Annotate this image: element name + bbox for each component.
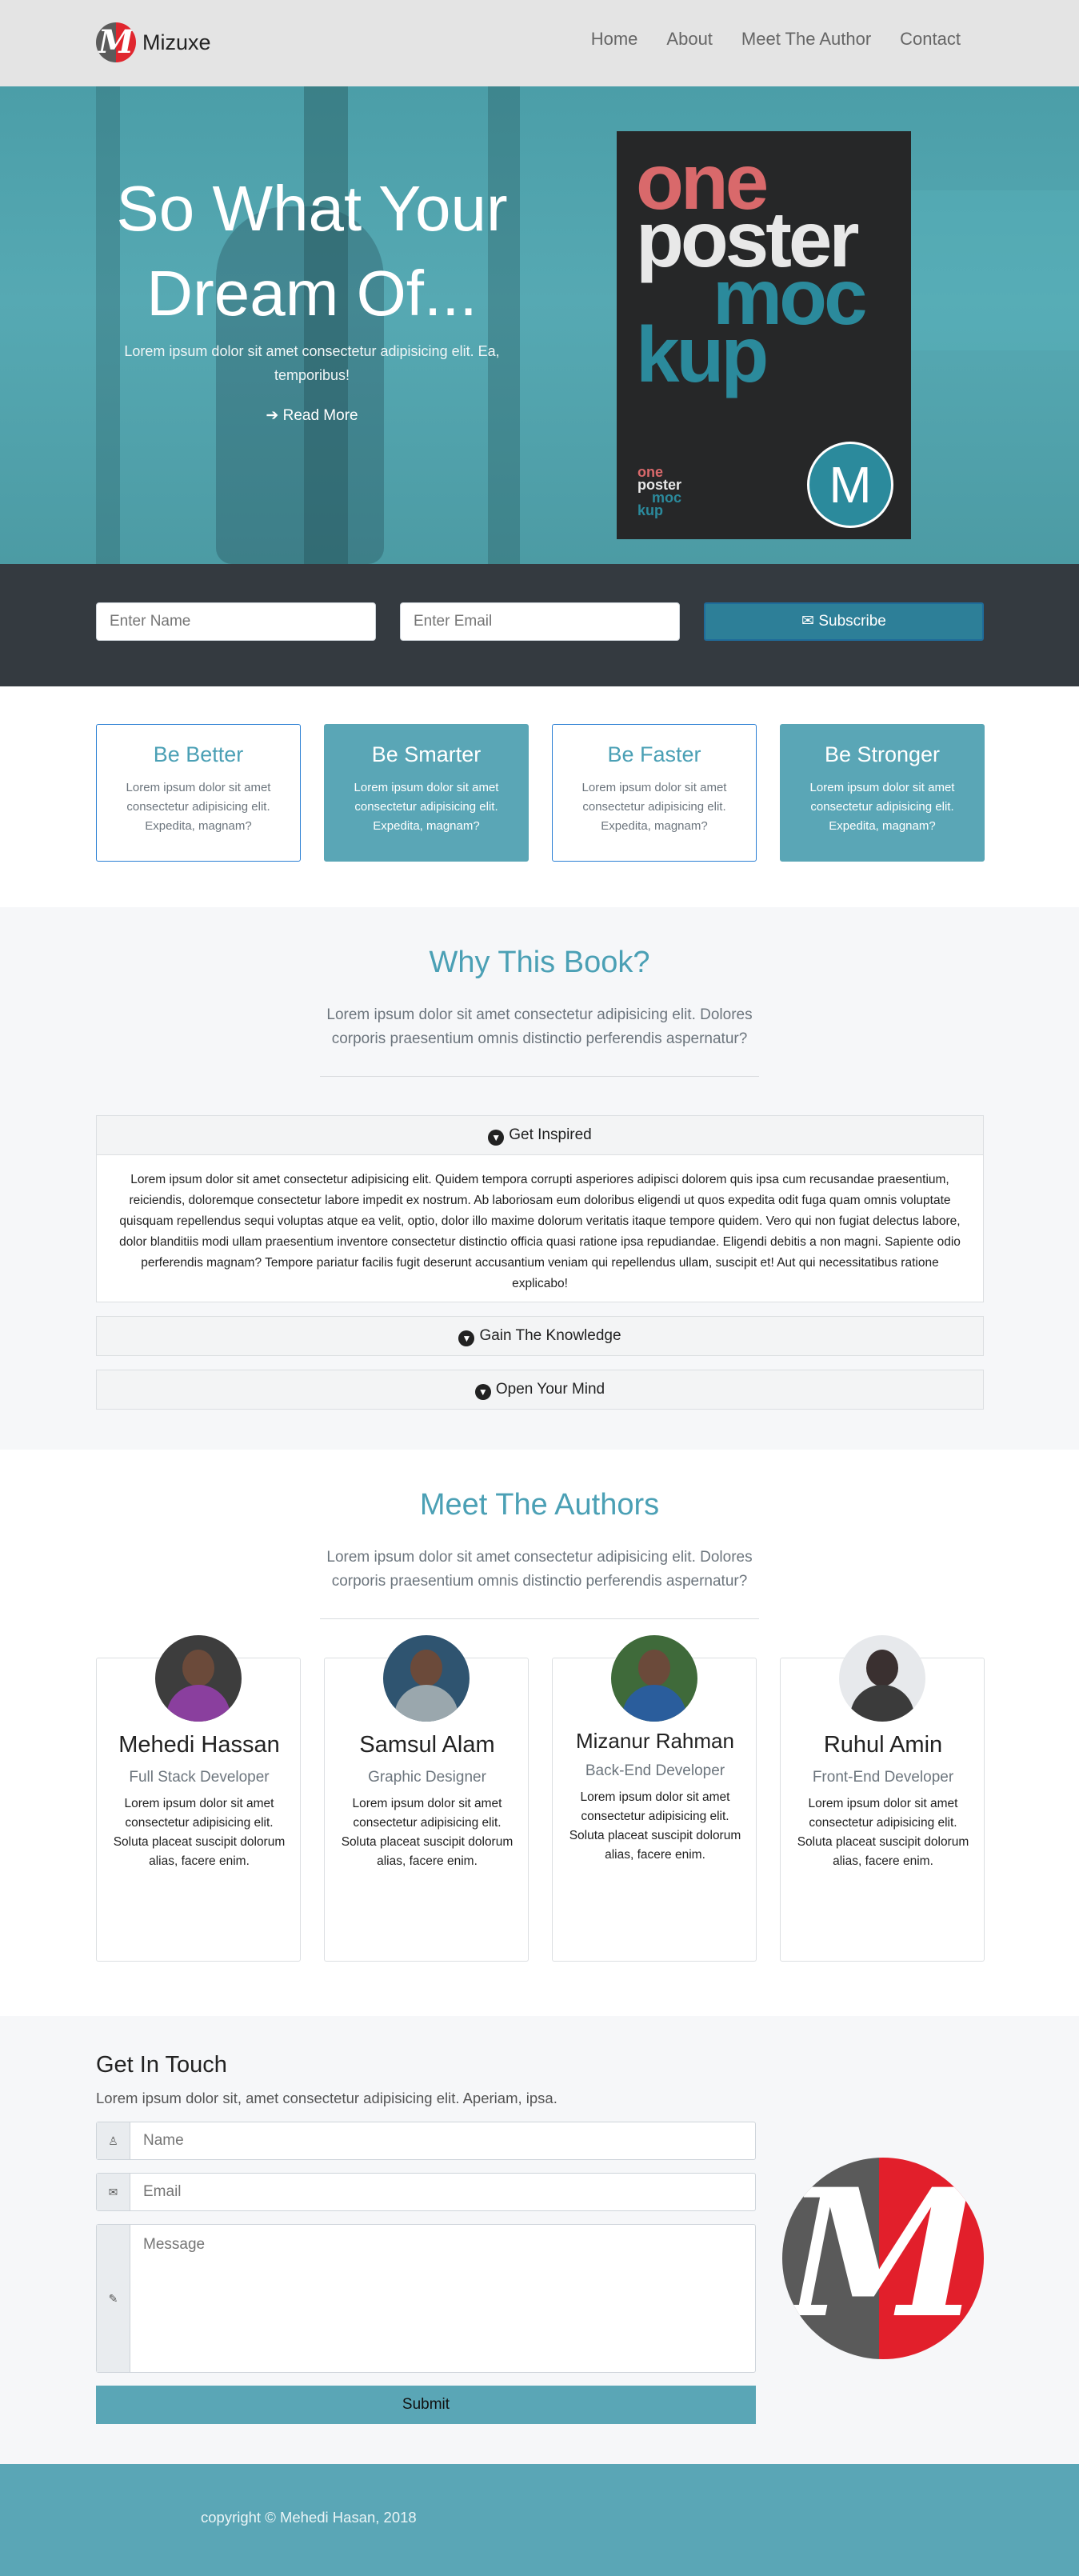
poster-mini-logo: one poster moc kup	[637, 464, 682, 518]
avatar	[611, 1635, 697, 1722]
feature-card: Be Stronger Lorem ipsum dolor sit amet c…	[780, 724, 985, 862]
accordion-header-get-inspired[interactable]: ▼ Get Inspired	[96, 1115, 984, 1155]
accordion-header-open-your-mind[interactable]: ▼ Open Your Mind	[96, 1370, 984, 1410]
subscribe-email-input[interactable]	[400, 602, 680, 641]
avatar	[383, 1635, 470, 1722]
divider	[320, 1076, 759, 1077]
brand-logo-large: M	[782, 2158, 984, 2359]
author-role: Full Stack Developer	[129, 1769, 270, 1786]
avatar	[839, 1635, 925, 1722]
pencil-icon: ✎	[97, 2225, 130, 2372]
accordion-body-get-inspired: Lorem ipsum dolor sit amet consectetur a…	[96, 1155, 984, 1302]
author-role: Back-End Developer	[585, 1762, 725, 1779]
brand-name: Mizuxe	[142, 30, 211, 54]
author-text: Lorem ipsum dolor sit amet consectetur a…	[569, 1790, 741, 1862]
feature-title: Be Better	[153, 742, 244, 766]
feature-title: Be Stronger	[824, 742, 941, 766]
footer: copyright © Mehedi Hasan, 2018	[0, 2464, 1079, 2576]
nav-link-home[interactable]: Home	[591, 29, 638, 50]
feature-text: Lorem ipsum dolor sit amet consectetur a…	[809, 781, 955, 833]
author-name: Mizanur Rahman	[576, 1729, 734, 1753]
author-role: Graphic Designer	[368, 1769, 486, 1786]
subscribe-button-label: Subscribe	[818, 613, 886, 630]
contact-lead: Lorem ipsum dolor sit, amet consectetur …	[96, 2090, 557, 2106]
feature-card: Be Faster Lorem ipsum dolor sit amet con…	[552, 724, 757, 862]
avatar	[155, 1635, 242, 1722]
feature-card: Be Smarter Lorem ipsum dolor sit amet co…	[324, 724, 529, 862]
divider	[320, 1618, 759, 1619]
brand[interactable]: M Mizuxe	[96, 22, 211, 62]
submit-button[interactable]: Submit	[96, 2386, 756, 2424]
nav-link-meet-the-author[interactable]: Meet The Author	[741, 29, 871, 50]
user-icon: ♙	[97, 2122, 130, 2159]
author-role: Front-End Developer	[812, 1769, 954, 1786]
author-text: Lorem ipsum dolor sit amet consectetur a…	[113, 1797, 286, 1868]
contact-message-textarea[interactable]	[130, 2225, 755, 2372]
chevron-down-icon: ▼	[488, 1130, 505, 1146]
feature-card: Be Better Lorem ipsum dolor sit amet con…	[96, 724, 301, 862]
contact-email-input[interactable]	[130, 2174, 755, 2210]
nav-link-about[interactable]: About	[666, 29, 713, 50]
contact-name-input[interactable]	[130, 2122, 755, 2159]
read-more-button[interactable]: ➔ Read More	[256, 406, 368, 425]
accordion-header-gain-the-knowledge[interactable]: ▼ Gain The Knowledge	[96, 1316, 984, 1356]
book-poster: one poster moc kup one poster moc kup M	[617, 131, 911, 539]
feature-title: Be Faster	[607, 742, 701, 766]
author-name: Samsul Alam	[359, 1732, 495, 1758]
hero-section: So What Your Dream Of... Lorem ipsum dol…	[0, 86, 1079, 564]
authors-lead: Lorem ipsum dolor sit amet consectetur a…	[326, 1549, 753, 1590]
hero-title: So What Your Dream Of...	[116, 173, 508, 329]
message-field-group: ✎	[96, 2224, 756, 2373]
navbar: M Mizuxe Home About Meet The Author Cont…	[0, 0, 1079, 86]
feature-text: Lorem ipsum dolor sit amet consectetur a…	[126, 781, 271, 833]
chevron-down-icon: ▼	[458, 1330, 475, 1346]
feature-title: Be Smarter	[371, 742, 482, 766]
author-text: Lorem ipsum dolor sit amet consectetur a…	[797, 1797, 969, 1868]
why-title: Why This Book?	[429, 946, 650, 979]
why-lead: Lorem ipsum dolor sit amet consectetur a…	[326, 1006, 753, 1047]
poster-word: kup	[636, 310, 769, 398]
envelope-icon: ✉	[97, 2174, 130, 2210]
name-field-group: ♙	[96, 2122, 756, 2160]
nav-links: Home About Meet The Author Contact	[562, 29, 961, 50]
author-name: Ruhul Amin	[823, 1732, 943, 1758]
envelope-open-icon: ✉	[801, 613, 815, 630]
chevron-down-icon: ▼	[474, 1384, 491, 1400]
author-text: Lorem ipsum dolor sit amet consectetur a…	[341, 1797, 514, 1868]
contact-title: Get In Touch	[96, 2052, 227, 2078]
feature-text: Lorem ipsum dolor sit amet consectetur a…	[581, 781, 727, 833]
copyright-text: copyright © Mehedi Hasan, 2018	[201, 2509, 417, 2526]
subscribe-name-input[interactable]	[96, 602, 376, 641]
subscribe-button[interactable]: ✉ Subscribe	[704, 602, 984, 641]
arrow-right-icon: ➔	[266, 407, 279, 424]
author-name: Mehedi Hassan	[118, 1732, 280, 1758]
subscribe-bar: ✉ Subscribe	[0, 564, 1079, 686]
email-field-group: ✉	[96, 2173, 756, 2211]
authors-title: Meet The Authors	[419, 1488, 660, 1522]
brand-logo: M	[96, 22, 136, 62]
nav-link-contact[interactable]: Contact	[900, 29, 961, 50]
feature-text: Lorem ipsum dolor sit amet consectetur a…	[354, 781, 499, 833]
hero-text: Lorem ipsum dolor sit amet consectetur a…	[124, 343, 500, 383]
read-more-label: Read More	[282, 407, 358, 424]
poster-badge: M	[807, 442, 893, 528]
